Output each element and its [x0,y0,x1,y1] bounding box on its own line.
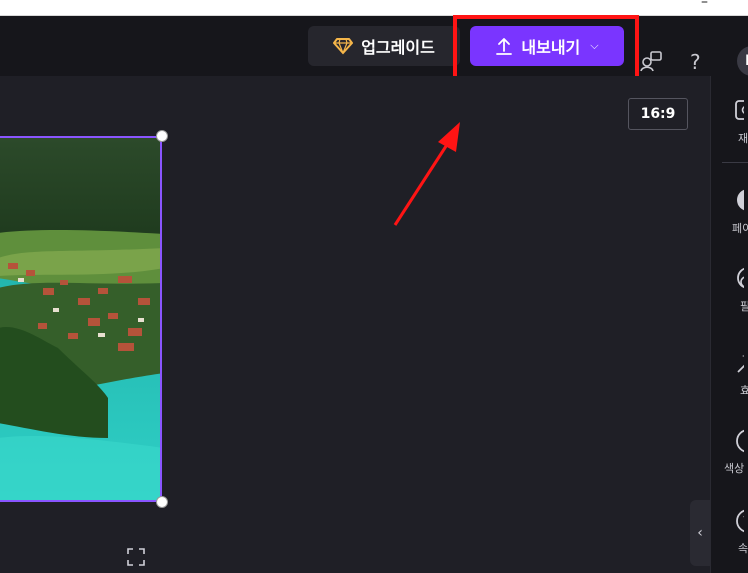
screen-icon [735,100,748,120]
panel-item-label: 페이 [732,222,748,235]
panel-divider [722,162,748,163]
chevron-down-icon: ⌵ [590,39,599,52]
color-icon [736,429,748,453]
right-properties-panel [710,76,748,573]
panel-item-label: 색상 [724,462,745,475]
upgrade-button[interactable]: 업그레이드 [308,26,460,66]
panel-item-color[interactable]: 색상 [718,428,748,476]
export-label: 내보내기 [521,38,581,57]
panel-item-label: 재 [738,132,748,145]
panel-item-effects[interactable]: 효 [718,350,748,398]
panel-item-filter[interactable]: 필 [718,266,748,314]
browser-title-strip: – [0,0,748,16]
panel-item-label: 속 [738,542,748,555]
magic-wand-icon [737,352,748,373]
chevron-left-icon: ‹ [697,525,703,541]
export-button[interactable]: 내보내기 ⌵ [470,26,624,66]
panel-item-label: 효 [740,384,748,397]
help-icon[interactable]: ? [690,50,701,74]
video-thumbnail-image [0,138,160,500]
fade-icon [737,189,748,211]
filter-icon [737,267,748,289]
aspect-ratio-button[interactable]: 16:9 [628,98,688,130]
editor-top-bar: 업그레이드 내보내기 ⌵ ? M [0,16,748,76]
panel-item-canvas[interactable]: 재 [718,98,748,146]
aspect-ratio-label: 16:9 [640,106,676,122]
panel-item-speed[interactable]: 속 [718,508,748,556]
fullscreen-icon[interactable] [127,548,145,566]
panel-item-fade[interactable]: 페이 [718,188,748,236]
upload-icon [496,38,513,55]
speed-icon [736,509,748,533]
panel-item-label: 필 [740,300,748,313]
diamond-icon [333,38,354,55]
avatar[interactable]: M [737,46,748,76]
minimize-window-button[interactable]: – [701,0,708,10]
video-preview-frame[interactable] [0,136,162,502]
resize-handle-top-right[interactable] [156,130,168,142]
collapse-panel-button[interactable]: ‹ [690,500,710,566]
resize-handle-bottom-right[interactable] [156,496,168,508]
upgrade-label: 업그레이드 [361,38,435,57]
feedback-icon[interactable] [640,50,662,72]
